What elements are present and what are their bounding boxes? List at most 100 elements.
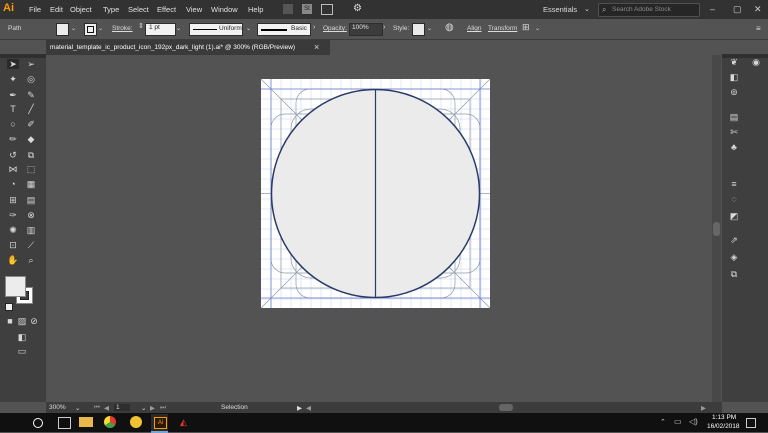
stock-icon[interactable]: St (302, 4, 312, 14)
stroke-label[interactable]: Stroke: (112, 25, 133, 32)
symbol-sprayer-tool-icon[interactable]: ✺ (7, 225, 19, 235)
slice-tool-icon[interactable]: ⟋ (25, 240, 37, 250)
panel-menu-icon[interactable]: ≡ (756, 24, 761, 33)
arrange-documents-icon[interactable] (321, 4, 333, 15)
screen-mode-icon[interactable]: ▭ (16, 346, 28, 356)
mesh-tool-icon[interactable]: ⊞ (7, 195, 19, 205)
menu-help[interactable]: Help (248, 5, 263, 14)
menu-window[interactable]: Window (211, 5, 238, 14)
task-view-icon[interactable] (58, 417, 71, 429)
width-tool-icon[interactable]: ⋈ (7, 164, 19, 174)
minimize-button[interactable]: – (710, 4, 715, 14)
previous-artboard-icon[interactable]: ◀ (104, 404, 109, 412)
vertical-scroll-thumb[interactable] (713, 222, 720, 236)
recolor-artwork-icon[interactable]: ◍ (445, 22, 454, 33)
transform-link[interactable]: Transform (488, 25, 517, 32)
drawing-mode-icon[interactable]: ◧ (16, 332, 28, 342)
horizontal-scroll-thumb[interactable] (499, 404, 513, 411)
scale-tool-icon[interactable]: ⧉ (25, 150, 37, 160)
close-tab-icon[interactable]: × (314, 42, 319, 52)
gradient-panel-icon[interactable]: ◌ (728, 194, 740, 204)
status-menu-icon[interactable]: ▶ (297, 404, 302, 412)
acrobat-icon[interactable]: ◭ (180, 417, 187, 428)
zoom-level[interactable]: 300% (49, 404, 66, 411)
layers-panel-icon[interactable]: ◈ (728, 252, 740, 262)
fill-swatch[interactable] (56, 23, 69, 36)
shape-builder-tool-icon[interactable]: ◔ (7, 179, 19, 189)
swatches-panel-icon[interactable]: ◧ (728, 72, 740, 82)
stroke-stepper-icon[interactable]: ⇕ (138, 22, 144, 30)
clock-time[interactable]: 1:13 PM (712, 414, 736, 421)
lasso-tool-icon[interactable]: ◎ (25, 74, 37, 84)
stroke-swatch[interactable] (84, 23, 97, 36)
transparency-panel-icon[interactable]: ◩ (728, 211, 740, 221)
maximize-button[interactable]: ▢ (733, 4, 742, 15)
variable-width-profile[interactable]: Uniform (189, 23, 243, 36)
graphic-style-swatch[interactable] (412, 23, 425, 36)
shaper-tool-icon[interactable]: ✏ (7, 134, 19, 144)
artboard-tool-icon[interactable]: ⊡ (7, 240, 19, 250)
network-icon[interactable]: ▭ (674, 417, 682, 426)
artboard-number[interactable]: 1 (114, 404, 130, 411)
menu-select[interactable]: Select (128, 5, 149, 14)
pen-tool-icon[interactable]: ✒ (7, 90, 19, 100)
stroke-panel-icon[interactable]: ≡ (728, 179, 740, 189)
ellipse-tool-icon[interactable]: ○ (7, 119, 19, 129)
export-assets-icon[interactable]: ⇗ (728, 235, 740, 245)
chevron-down-icon[interactable]: ⌄ (427, 25, 432, 32)
clock-date[interactable]: 16/02/2018 (707, 423, 740, 430)
selection-tool-icon[interactable]: ➤ (7, 59, 19, 69)
chevron-down-icon[interactable]: ⌄ (98, 25, 103, 32)
curvature-tool-icon[interactable]: ✎ (25, 90, 37, 100)
chevron-down-icon[interactable]: ⌄ (246, 25, 251, 32)
volume-icon[interactable]: ◁) (689, 417, 698, 426)
menu-view[interactable]: View (186, 5, 202, 14)
cc-libraries-icon[interactable]: ◉ (750, 57, 762, 67)
chevron-right-icon[interactable]: › (383, 24, 385, 31)
align-link[interactable]: Align (467, 25, 481, 32)
fill-color-box[interactable] (5, 276, 26, 297)
document-tab[interactable]: material_template_ic_product_icon_192px_… (46, 40, 330, 55)
search-input[interactable]: ⌕ Search Adobe Stock (598, 3, 700, 17)
system-tray-chevron-icon[interactable]: ⌃ (660, 418, 666, 426)
menu-type[interactable]: Type (103, 5, 119, 14)
zoom-tool-icon[interactable]: ⌕ (25, 255, 37, 265)
isolate-icon[interactable]: ⊞ (522, 22, 530, 33)
default-colors-icon[interactable] (5, 303, 13, 311)
chevron-down-icon[interactable]: ⌄ (71, 25, 76, 32)
gradient-tool-icon[interactable]: ▤ (25, 195, 37, 205)
menu-edit[interactable]: Edit (50, 5, 63, 14)
artboard[interactable] (260, 78, 491, 309)
color-mode-icon[interactable]: ■ (4, 316, 16, 326)
color-panel-icon[interactable]: ❦ (728, 57, 740, 67)
gpu-performance-icon[interactable]: ⚙ (353, 3, 362, 14)
opacity-label[interactable]: Opacity: (323, 25, 347, 32)
artboards-panel-icon[interactable]: ⧉ (728, 269, 740, 279)
hand-tool-icon[interactable]: ✋ (7, 255, 19, 265)
graphic-styles-icon[interactable]: ♣ (728, 142, 740, 152)
eyedropper-tool-icon[interactable]: ✑ (7, 210, 19, 220)
magic-wand-tool-icon[interactable]: ✦ (7, 74, 19, 84)
blend-tool-icon[interactable]: ⊗ (25, 210, 37, 220)
none-mode-icon[interactable]: ⊘ (28, 316, 40, 326)
illustrator-taskbar-button[interactable]: Ai (151, 414, 168, 433)
chevron-down-icon[interactable]: ⌄ (176, 25, 181, 32)
chevron-down-icon[interactable]: ⌄ (535, 25, 540, 32)
scroll-right-icon[interactable]: ▶ (701, 404, 706, 412)
column-graph-tool-icon[interactable]: ▥ (25, 225, 37, 235)
color-guide-icon[interactable]: ⊚ (728, 87, 740, 97)
chevron-right-icon[interactable]: › (313, 24, 315, 31)
first-artboard-icon[interactable]: ⏮ (94, 404, 100, 412)
brush-definition[interactable]: Basic (257, 23, 311, 36)
action-center-icon[interactable] (746, 418, 756, 428)
zoom-dropdown-icon[interactable]: ⌄ (75, 404, 80, 412)
rotate-tool-icon[interactable]: ↺ (7, 150, 19, 160)
perspective-grid-tool-icon[interactable]: ▦ (25, 179, 37, 189)
close-window-button[interactable]: ✕ (754, 4, 762, 15)
eraser-tool-icon[interactable]: ◆ (25, 134, 37, 144)
stroke-weight-field[interactable]: 1 pt (145, 23, 176, 36)
free-transform-tool-icon[interactable]: ⬚ (25, 164, 37, 174)
menu-file[interactable]: File (29, 5, 41, 14)
next-artboard-icon[interactable]: ▶ (150, 404, 155, 412)
chrome-icon[interactable] (104, 416, 116, 428)
